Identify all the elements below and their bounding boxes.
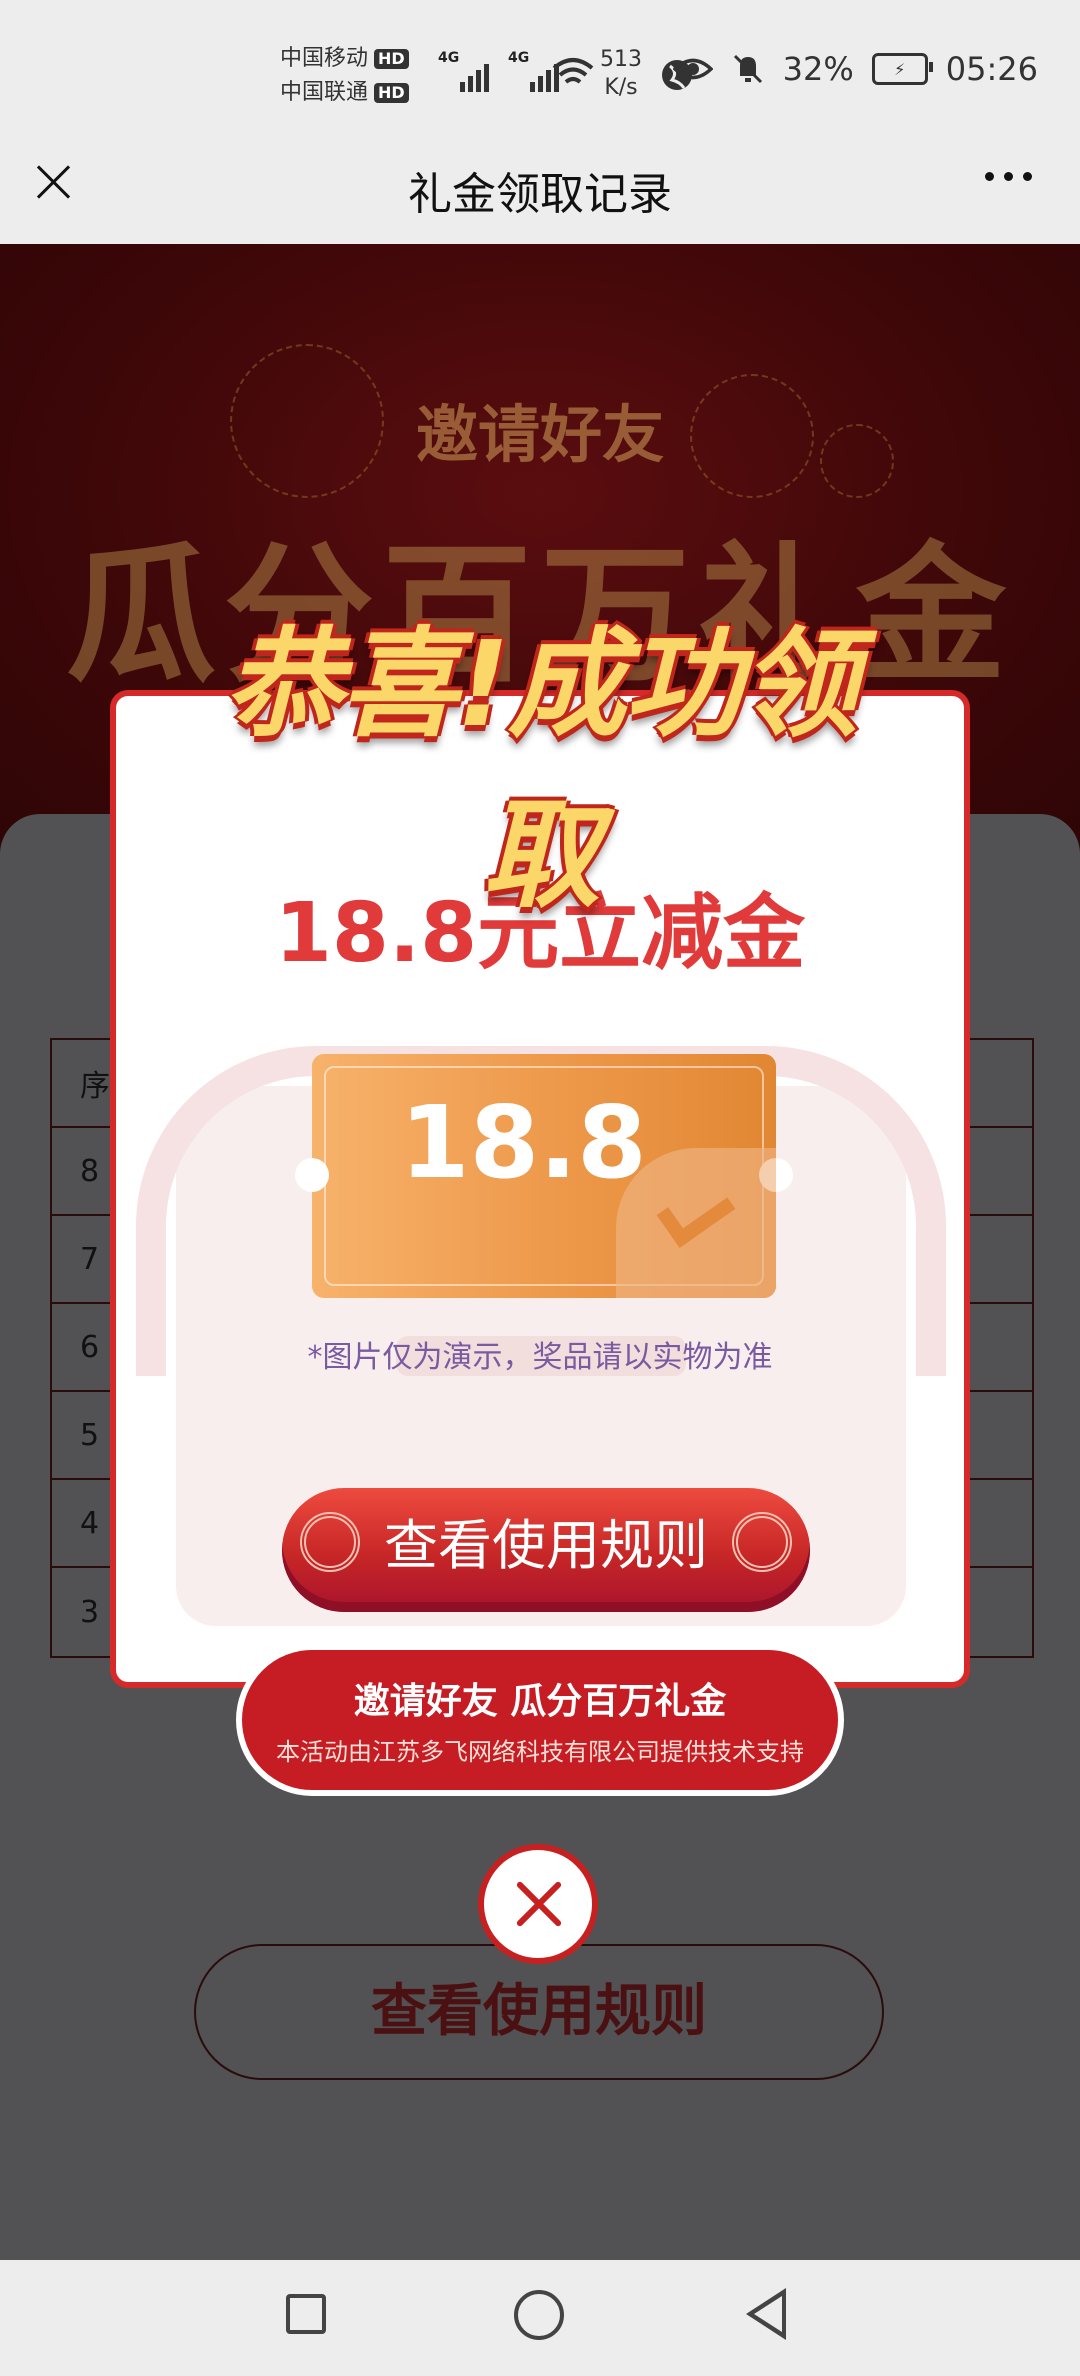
- title-bar: 礼金领取记录: [0, 150, 1080, 244]
- swirl-decoration-icon: [732, 1512, 792, 1572]
- banner-invite-text: 邀请好友: [415, 398, 664, 471]
- swirl-decoration-icon: [300, 1512, 360, 1572]
- carrier-2: 中国联通: [280, 80, 369, 105]
- coupon-notch: [295, 1158, 329, 1192]
- back-icon[interactable]: [746, 2288, 786, 2340]
- coupon-card: 18.8: [295, 1054, 793, 1298]
- recent-apps-icon[interactable]: [286, 2294, 326, 2334]
- carrier-info: 中国移动 HD 中国联通 HD: [280, 42, 409, 110]
- battery-icon: ⚡: [871, 53, 933, 85]
- carrier-1: 中国移动: [280, 46, 369, 71]
- hd-badge: HD: [374, 49, 409, 69]
- more-options-icon[interactable]: [985, 172, 1032, 181]
- invite-friends-banner[interactable]: 邀请好友 瓜分百万礼金 本活动由江苏多飞网络科技有限公司提供技术支持: [236, 1644, 844, 1796]
- network-speed: 513 K/s: [600, 47, 642, 100]
- mute-bell-icon: [733, 54, 762, 84]
- invite-title: 邀请好友 瓜分百万礼金: [353, 1681, 727, 1722]
- disclaimer-text: *图片仅为演示，奖品请以实物为准: [307, 1340, 773, 1375]
- modal-close-button[interactable]: [478, 1844, 598, 1964]
- invite-subtitle: 本活动由江苏多飞网络科技有限公司提供技术支持: [276, 1738, 804, 1766]
- hd-badge: HD: [374, 83, 409, 103]
- background-rules-button: 查看使用规则: [194, 1944, 884, 2080]
- home-icon[interactable]: [514, 2290, 564, 2340]
- battery-percent: 32%: [782, 50, 854, 88]
- status-bar: 中国移动 HD 中国联通 HD 4G 4G 513 K/s 32% ⚡ 05:26: [0, 0, 1080, 150]
- congrats-headline: 恭喜!成功领取: [224, 615, 858, 924]
- eye-icon: [672, 58, 713, 80]
- view-rules-label: 查看使用规则: [384, 1514, 708, 1577]
- system-nav-bar: [0, 2260, 1080, 2376]
- view-rules-button[interactable]: 查看使用规则: [282, 1488, 810, 1612]
- clock: 05:26: [945, 50, 1038, 88]
- page-title: 礼金领取记录: [408, 169, 672, 220]
- signal-icon: 4G: [438, 50, 489, 92]
- wifi-icon: [552, 58, 594, 84]
- coupon-value: 18.8: [400, 1084, 647, 1201]
